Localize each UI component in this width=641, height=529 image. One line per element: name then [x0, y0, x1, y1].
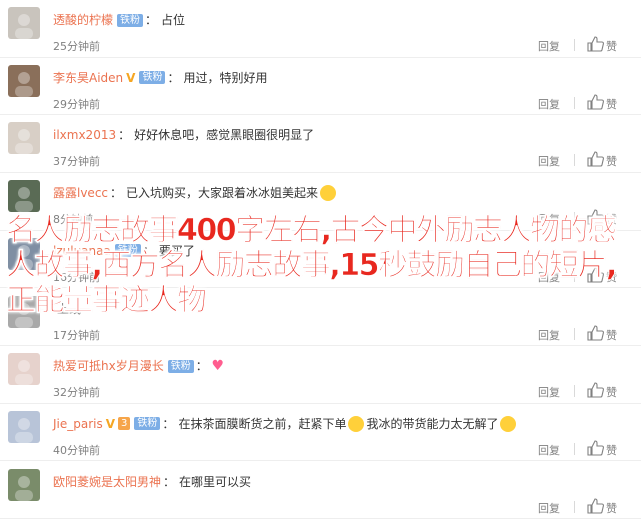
- comment-item: 李东昊Aiden V 铁粉：用过，特别好用 29分钟前 回复 赞: [0, 58, 641, 116]
- reply-button[interactable]: 回复: [538, 153, 560, 169]
- avatar[interactable]: [8, 64, 40, 97]
- reply-button[interactable]: 回复: [538, 38, 560, 54]
- comment-line: 热爱可抵hx岁月漫长 铁粉： ♥: [53, 357, 228, 375]
- comment-line: ilxmx2013：好好休息吧，感觉黑眼圈很明显了: [53, 126, 314, 144]
- comment-item: 欧阳菱婉是太阳男神：在哪里可以买回复 赞: [0, 462, 641, 520]
- fan-badge: 铁粉: [117, 13, 144, 27]
- comment-timestamp: 25分钟前: [53, 40, 100, 53]
- cat-emoji-icon: [348, 415, 365, 432]
- colon-separator: ：: [162, 416, 175, 431]
- comment-item: 透酸的柠檬 铁粉：占位 25分钟前 回复 赞: [0, 0, 641, 58]
- like-button-label[interactable]: 赞: [606, 38, 617, 54]
- comment-item: ilxmx2013：好好休息吧，感觉黑眼圈很明显了 37分钟前 回复 赞: [0, 115, 641, 173]
- username-link[interactable]: ilxmx2013: [53, 126, 116, 144]
- thumbs-up-icon[interactable]: [587, 440, 605, 456]
- username-link[interactable]: 露露lvecc: [53, 184, 108, 202]
- colon-separator: ：: [110, 186, 123, 201]
- comment-timestamp: 32分钟前: [53, 386, 100, 400]
- comment-line: 露露lvecc：已入坑购买，大家跟着冰冰姐美起来: [53, 184, 338, 202]
- like-button-label[interactable]: 赞: [606, 384, 617, 400]
- like-button-label[interactable]: 赞: [606, 442, 617, 458]
- action-divider: [574, 327, 575, 340]
- comment-item: 热爱可抵hx岁月漫长 铁粉： ♥ 32分钟前 回复 赞: [0, 346, 641, 404]
- colon-separator: ：: [163, 474, 176, 489]
- action-divider: [574, 39, 575, 51]
- avatar[interactable]: [8, 122, 40, 155]
- avatar[interactable]: [8, 7, 40, 39]
- like-button-label[interactable]: 赞: [606, 96, 617, 112]
- comment-text: 占位: [161, 13, 186, 27]
- thumbs-up-icon[interactable]: [587, 498, 605, 514]
- comment-timestamp: 40分钟前: [53, 443, 100, 457]
- colon-separator: ：: [145, 13, 158, 27]
- comment-text: 用过，特别好用: [183, 70, 268, 85]
- comment-text: 在哪里可以买: [179, 474, 252, 489]
- comment-text: 好好休息吧，感觉黑眼圈很明显了: [134, 128, 315, 143]
- colon-separator: ：: [195, 359, 208, 374]
- avatar[interactable]: [8, 180, 40, 213]
- comment-item: Jie_paris V 3 铁粉：在抹茶面膜断货之前，赶紧下单 我冰的带货能力太无解了 4…: [0, 404, 641, 462]
- comment-line: Jie_paris V 3 铁粉：在抹茶面膜断货之前，赶紧下单 我冰的带货能力太无解了: [53, 415, 518, 433]
- level-badge: 3: [118, 417, 131, 431]
- smile-emoji-icon: [500, 415, 517, 432]
- action-divider: [574, 96, 575, 109]
- comment-line: 欧阳菱婉是太阳男神：在哪里可以买: [53, 473, 251, 491]
- verified-icon: V: [126, 70, 136, 85]
- avatar[interactable]: [8, 410, 40, 443]
- like-button-label[interactable]: 赞: [606, 327, 617, 343]
- thumbs-up-icon[interactable]: [587, 36, 605, 52]
- thumbs-up-icon[interactable]: [587, 382, 605, 398]
- reply-button[interactable]: 回复: [538, 327, 560, 343]
- comment-timestamp: 37分钟前: [53, 155, 100, 169]
- reply-button[interactable]: 回复: [538, 384, 560, 400]
- avatar[interactable]: [8, 353, 40, 386]
- username-link[interactable]: Jie_paris: [53, 415, 103, 433]
- comment-line: 李东昊Aiden V 铁粉：用过，特别好用: [53, 69, 267, 87]
- colon-separator: ：: [167, 70, 180, 85]
- action-divider: [574, 385, 575, 398]
- reply-button[interactable]: 回复: [538, 96, 560, 112]
- thumbs-up-icon[interactable]: [587, 151, 605, 167]
- fan-badge: 铁粉: [167, 359, 194, 373]
- comment-timestamp: 17分钟前: [53, 328, 100, 342]
- username-link[interactable]: 热爱可抵hx岁月漫长: [53, 357, 164, 375]
- comment-line: 透酸的柠檬 铁粉：占位: [53, 11, 185, 29]
- comment-text: 在抹茶面膜断货之前，赶紧下单: [178, 416, 347, 431]
- thumbs-up-icon[interactable]: [587, 324, 605, 341]
- thumbs-up-icon[interactable]: [587, 94, 605, 110]
- like-button-label[interactable]: 赞: [606, 153, 617, 169]
- fan-badge: 铁粉: [139, 71, 166, 85]
- verified-icon: V: [105, 416, 116, 431]
- heart-emoji-icon: ♥: [211, 358, 225, 375]
- like-button-label[interactable]: 赞: [606, 500, 617, 516]
- reply-button[interactable]: 回复: [538, 500, 560, 516]
- action-divider: [574, 442, 575, 455]
- username-link[interactable]: 欧阳菱婉是太阳男神: [53, 473, 161, 491]
- colon-separator: ：: [118, 128, 131, 143]
- avatar[interactable]: [8, 468, 40, 501]
- username-link[interactable]: 李东昊Aiden: [53, 69, 123, 87]
- overlay-title: 名人励志故事400字左右,古今中外励志人物的感人故事,西方名人励志故事,15秒鼓…: [6, 213, 618, 319]
- action-divider: [574, 154, 575, 167]
- action-divider: [574, 500, 575, 513]
- comment-text: 已入坑购买，大家跟着冰冰姐美起来: [126, 186, 319, 201]
- comment-timestamp: 29分钟前: [53, 97, 100, 111]
- username-link[interactable]: 透酸的柠檬: [53, 11, 113, 29]
- fan-badge: 铁粉: [134, 417, 161, 431]
- grin-emoji-icon: [320, 185, 337, 202]
- comment-text-continued: 我冰的带货能力太无解了: [366, 416, 499, 431]
- reply-button[interactable]: 回复: [538, 442, 560, 458]
